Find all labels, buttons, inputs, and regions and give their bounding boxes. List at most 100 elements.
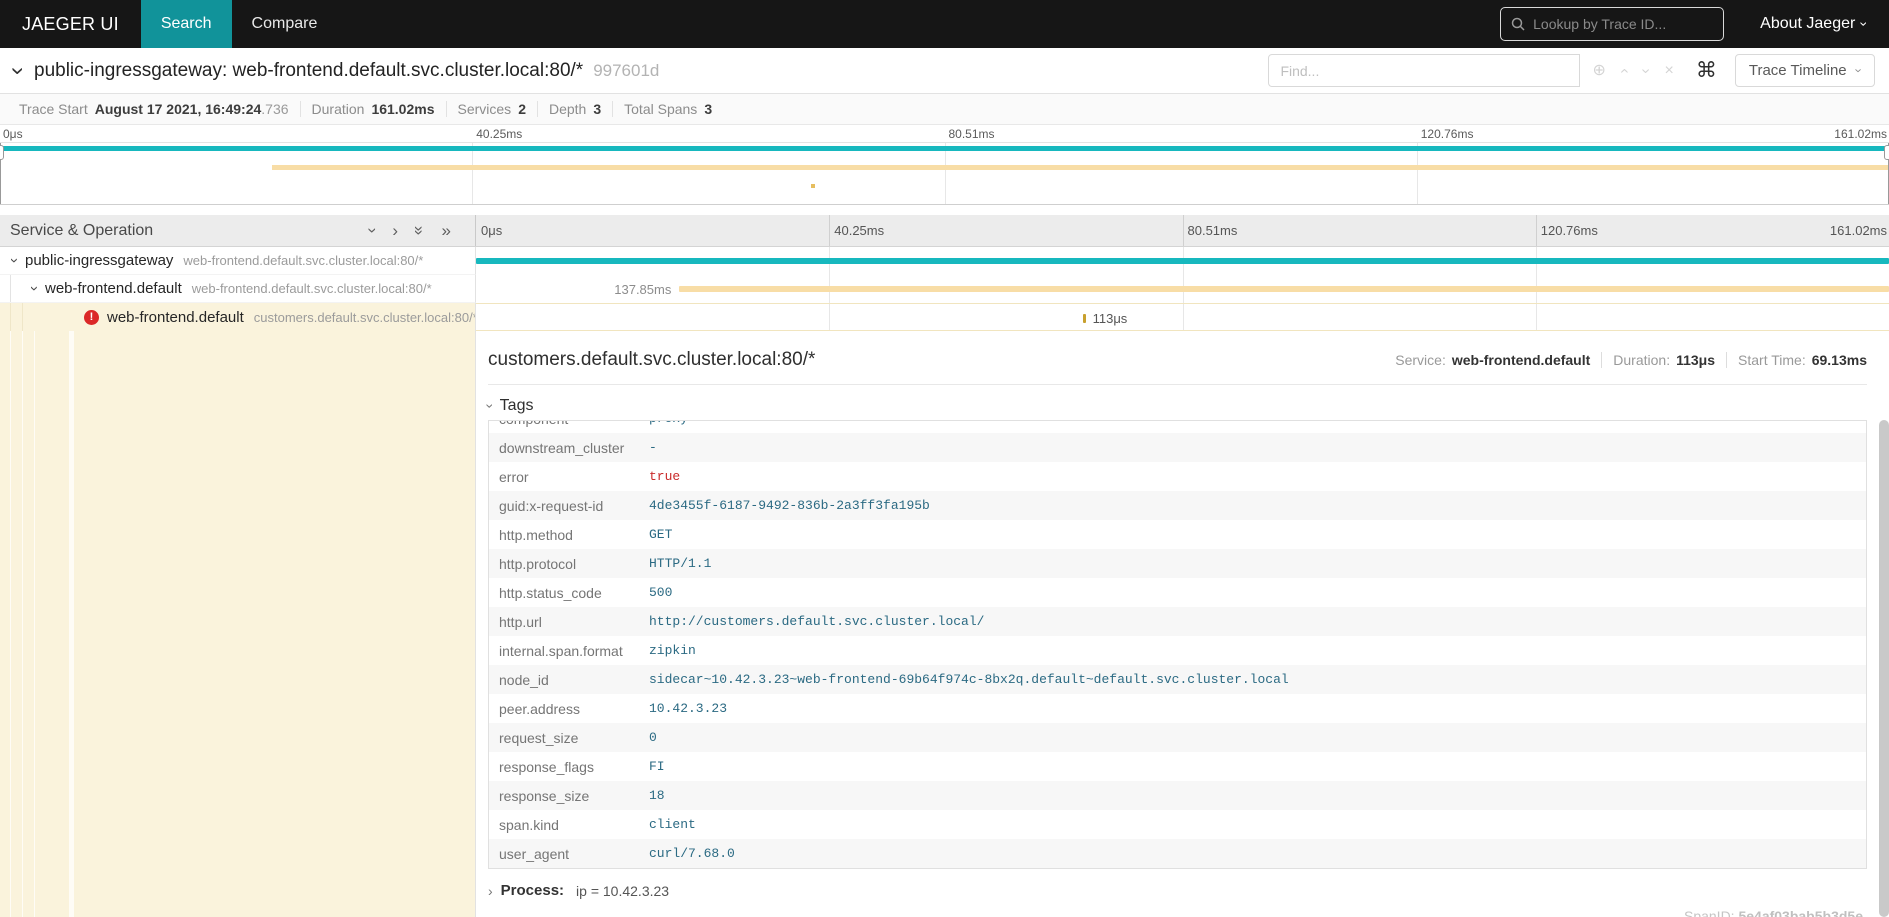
process-section-toggle[interactable]: › Process: ip = 10.42.3.23 xyxy=(488,882,1867,899)
tag-row: user_agentcurl/7.68.0 xyxy=(489,839,1866,868)
tree-guide xyxy=(34,331,35,917)
tab-compare[interactable]: Compare xyxy=(232,0,338,48)
tick-label: 161.02ms xyxy=(1830,223,1887,238)
chevron-down-icon: › xyxy=(482,404,498,409)
find-input[interactable] xyxy=(1268,54,1580,87)
tag-row: errortrue xyxy=(489,462,1866,491)
span-detail-panel: customers.default.svc.cluster.local:80/*… xyxy=(476,331,1889,917)
gridline xyxy=(1536,304,1537,330)
tags-section-toggle[interactable]: › Tags xyxy=(488,397,1867,415)
span-bar[interactable] xyxy=(679,286,1889,292)
collapse-one-icon[interactable]: › xyxy=(364,228,381,234)
clear-search-icon[interactable]: × xyxy=(1665,63,1674,79)
search-icon xyxy=(1511,17,1525,31)
about-jaeger-label: About Jaeger xyxy=(1760,15,1855,33)
app-logo[interactable]: JAEGER UI xyxy=(0,0,141,48)
tag-row: request_size0 xyxy=(489,723,1866,752)
expand-one-icon[interactable]: › xyxy=(392,222,398,239)
span-row-selected[interactable]: ! web-frontend.default customers.default… xyxy=(0,303,1889,331)
tag-row: peer.address10.42.3.23 xyxy=(489,694,1866,723)
tag-row: http.status_code500 xyxy=(489,578,1866,607)
chevron-right-icon: › xyxy=(488,883,493,899)
service-name: web-frontend.default xyxy=(45,280,182,297)
span-bar[interactable] xyxy=(476,258,1889,264)
chevron-down-icon: › xyxy=(1852,68,1865,72)
tags-table: componentproxy downstream_cluster- error… xyxy=(489,420,1866,868)
gridline xyxy=(472,143,473,204)
tag-row: http.urlhttp://customers.default.svc.clu… xyxy=(489,607,1866,636)
prev-result-icon[interactable]: › xyxy=(1617,68,1633,73)
tick-label: 161.02ms xyxy=(1834,127,1887,141)
timeline-header: Service & Operation › › » » 0μs 40.25ms … xyxy=(0,215,1889,247)
span-collapse-toggle[interactable]: › xyxy=(7,258,22,263)
vertical-scrollbar[interactable] xyxy=(1879,420,1889,917)
span-timeline-cell[interactable] xyxy=(476,247,1889,275)
top-nav: JAEGER UI Search Compare About Jaeger › xyxy=(0,0,1889,48)
keyboard-shortcuts-icon[interactable]: ⌘ xyxy=(1696,58,1717,83)
expand-all-icon[interactable]: » xyxy=(442,222,451,239)
minimap-ticks: 0μs 40.25ms 80.51ms 120.76ms 161.02ms xyxy=(0,125,1889,142)
span-detail-gutter xyxy=(0,331,476,917)
tag-row: span.kindclient xyxy=(489,810,1866,839)
span-name-cell[interactable]: › public-ingressgateway web-frontend.def… xyxy=(0,247,476,275)
jaeger-trace-page: JAEGER UI Search Compare About Jaeger › … xyxy=(0,0,1889,917)
scrubber-grip[interactable] xyxy=(1884,145,1889,160)
span-row[interactable]: › web-frontend.default web-frontend.defa… xyxy=(0,275,1889,303)
tags-section-label: Tags xyxy=(500,397,534,415)
tick-label: 0μs xyxy=(481,223,502,238)
scrubber-grip[interactable] xyxy=(0,145,4,160)
tick-label: 40.25ms xyxy=(476,127,522,141)
trace-id-lookup-input[interactable] xyxy=(1533,16,1714,32)
find-buttons: ⊕ › › × xyxy=(1592,63,1673,79)
minimap-scrubber-left[interactable] xyxy=(0,143,1,204)
tick-label: 120.76ms xyxy=(1421,127,1474,141)
span-timeline-cell[interactable]: 137.85ms xyxy=(476,275,1889,303)
trace-header-controls: ⊕ › › × ⌘ Trace Timeline › xyxy=(1268,54,1875,87)
span-id: SpanID: 5e4af03bab5b3d5e xyxy=(1684,908,1863,917)
gridline xyxy=(945,143,946,204)
minimap-span-bar xyxy=(0,146,1889,151)
span-name-cell[interactable]: ! web-frontend.default customers.default… xyxy=(0,303,476,331)
gridline xyxy=(829,304,830,330)
trace-collapse-toggle[interactable]: › xyxy=(6,67,30,75)
span-collapse-toggle[interactable]: › xyxy=(27,286,42,291)
process-label: Process: xyxy=(501,882,564,899)
tick-label: 0μs xyxy=(3,127,23,141)
next-result-icon[interactable]: › xyxy=(1638,68,1654,73)
tree-guide xyxy=(10,275,11,302)
span-bar[interactable] xyxy=(1083,314,1086,323)
tag-row: componentproxy xyxy=(489,420,1866,433)
meta-service: Service:web-frontend.default xyxy=(1384,352,1601,368)
nav-spacer xyxy=(337,0,1500,48)
tree-guide xyxy=(69,331,74,917)
span-detail-meta: Service:web-frontend.default Duration:11… xyxy=(1384,352,1867,368)
focus-match-icon[interactable]: ⊕ xyxy=(1592,63,1605,79)
tag-row: guid:x-request-id4de3455f-6187-9492-836b… xyxy=(489,491,1866,520)
tree-controls: › › » » xyxy=(370,222,465,239)
trace-view-selector[interactable]: Trace Timeline › xyxy=(1735,54,1875,87)
tab-search[interactable]: Search xyxy=(141,0,232,48)
span-id-label: SpanID: xyxy=(1684,908,1735,917)
tree-guide xyxy=(10,303,11,331)
tree-guide xyxy=(22,331,23,917)
tag-row: internal.span.formatzipkin xyxy=(489,636,1866,665)
about-jaeger-menu[interactable]: About Jaeger › xyxy=(1738,0,1889,48)
tag-row: http.methodGET xyxy=(489,520,1866,549)
meta-start-time: Start Time:69.13ms xyxy=(1726,352,1867,368)
meta-duration: Duration:113μs xyxy=(1601,352,1726,368)
tags-table-container: componentproxy downstream_cluster- error… xyxy=(488,420,1867,869)
span-duration-label: 137.85ms xyxy=(614,282,671,297)
trace-id-lookup[interactable] xyxy=(1500,7,1724,41)
span-timeline-cell[interactable]: 113μs xyxy=(476,303,1889,331)
span-row[interactable]: › public-ingressgateway web-frontend.def… xyxy=(0,247,1889,275)
minimap-span-bar xyxy=(811,184,815,188)
timeline-minimap[interactable]: 0μs 40.25ms 80.51ms 120.76ms 161.02ms xyxy=(0,125,1889,205)
gridline xyxy=(1417,143,1418,204)
span-name-cell[interactable]: › web-frontend.default web-frontend.defa… xyxy=(0,275,476,303)
collapse-all-icon[interactable]: » xyxy=(411,226,428,235)
tickline xyxy=(1536,215,1537,246)
tree-guide xyxy=(10,331,11,917)
minimap-canvas[interactable] xyxy=(0,142,1889,204)
trace-id-badge: 997601d xyxy=(593,61,659,81)
summary-total-spans: Total Spans3 xyxy=(612,101,723,117)
